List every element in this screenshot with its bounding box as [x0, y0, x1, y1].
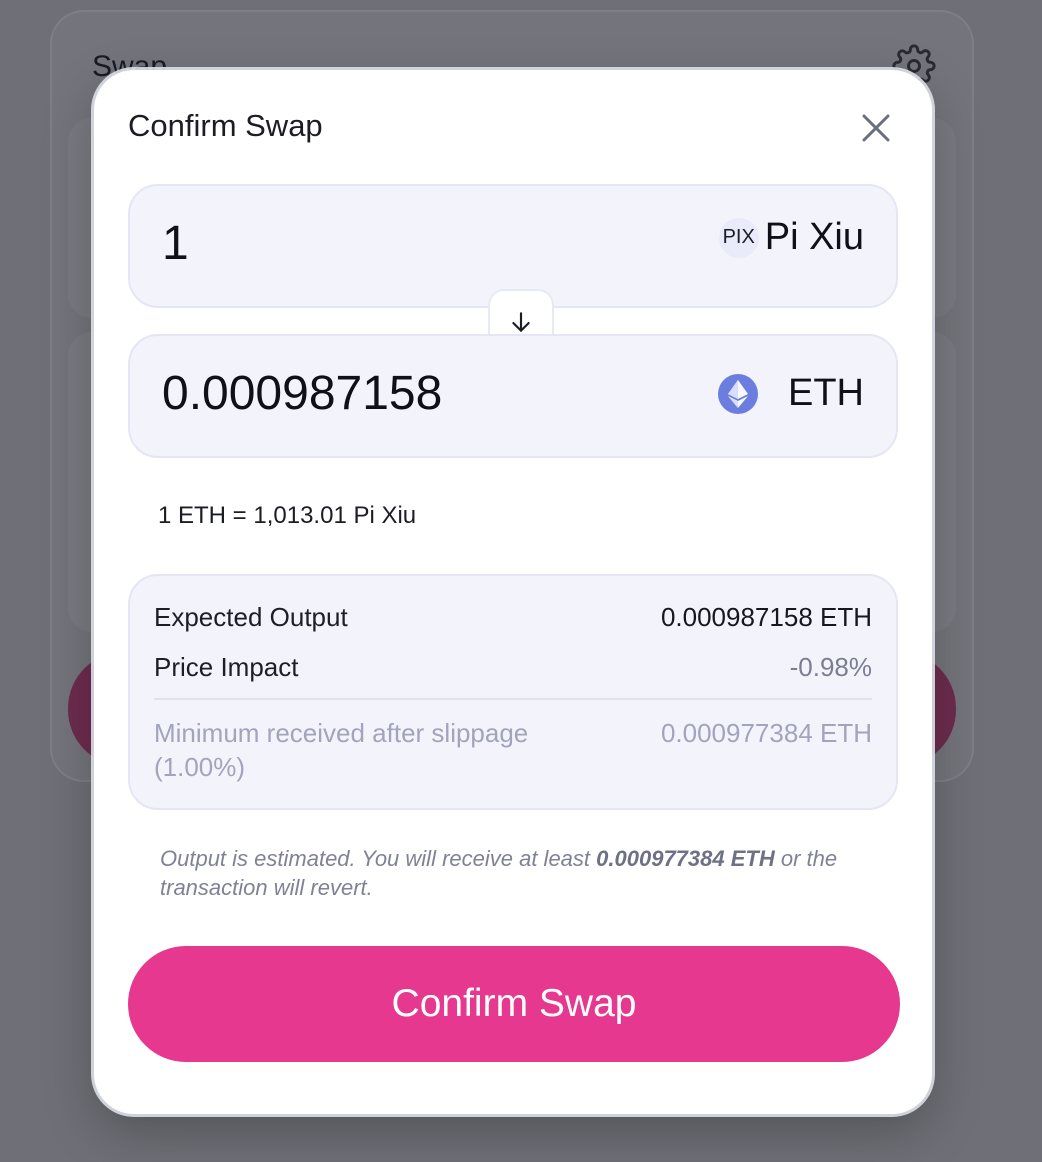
close-icon[interactable] — [856, 108, 896, 148]
to-token-box: 0.000987158 ETH — [128, 334, 898, 458]
price-impact-row: Price Impact -0.98% — [154, 650, 872, 684]
expected-output-row: Expected Output 0.000987158 ETH — [154, 600, 872, 634]
confirm-swap-modal: Confirm Swap 1 PIX Pi Xiu 0.000987158 ET… — [94, 70, 932, 1114]
minimum-received-row: Minimum received after slippage (1.00%) … — [154, 716, 872, 784]
swap-details-panel: Expected Output 0.000987158 ETH Price Im… — [128, 574, 898, 810]
details-divider — [154, 698, 872, 700]
pix-token-logo: PIX — [718, 217, 759, 258]
price-impact-value: -0.98% — [789, 652, 872, 682]
modal-title: Confirm Swap — [128, 108, 323, 143]
eth-icon — [718, 373, 758, 414]
note-prefix: Output is estimated. You will receive at… — [160, 846, 597, 871]
expected-output-label: Expected Output — [154, 602, 348, 632]
to-amount: 0.000987158 — [162, 367, 443, 420]
exchange-rate: 1 ETH = 1,013.01 Pi Xiu — [158, 502, 417, 529]
minimum-received-value: 0.000977384 ETH — [660, 718, 872, 748]
confirm-swap-button[interactable]: Confirm Swap — [128, 946, 900, 1062]
minimum-received-label: Minimum received after slippage (1.00%) — [154, 718, 529, 782]
note-amount: 0.000977384 ETH — [596, 846, 775, 871]
from-token-name: Pi Xiu — [764, 216, 864, 258]
from-token: PIX Pi Xiu — [718, 216, 864, 259]
estimate-note: Output is estimated. You will receive at… — [160, 844, 860, 902]
to-token-name: ETH — [788, 372, 864, 414]
price-impact-label: Price Impact — [154, 652, 299, 682]
from-amount: 1 — [162, 217, 189, 270]
to-token: ETH — [718, 372, 864, 415]
expected-output-value: 0.000987158 ETH — [660, 602, 872, 632]
